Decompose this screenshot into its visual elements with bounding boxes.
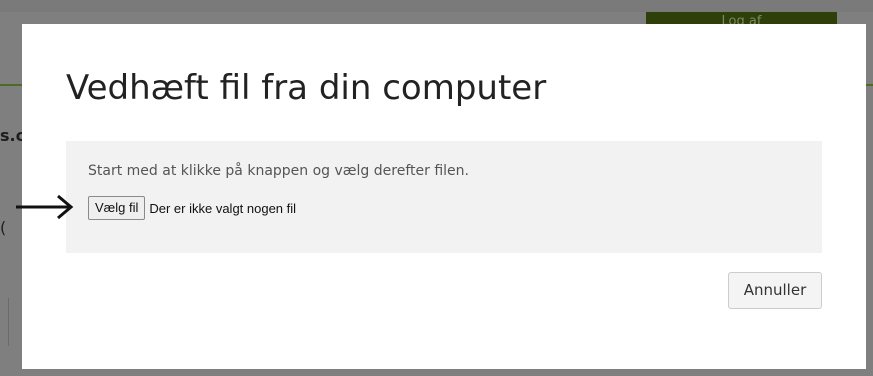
upload-panel: Start med at klikke på knappen og vælg d… xyxy=(66,141,822,253)
file-status-text: Der er ikke valgt nogen fil xyxy=(149,200,297,216)
background-input-edge xyxy=(8,298,23,346)
dialog-title: Vedhæft fil fra din computer xyxy=(66,68,547,108)
logout-button-background: Log af xyxy=(646,12,837,24)
attach-file-dialog: Vedhæft fil fra din computer Start med a… xyxy=(22,24,866,369)
choose-file-button[interactable]: Vælg fil xyxy=(88,196,146,220)
instruction-text: Start med at klikke på knappen og vælg d… xyxy=(88,163,469,179)
background-text-fragment-paren: ( xyxy=(0,218,7,237)
background-header-divider xyxy=(0,84,22,86)
cancel-button[interactable]: Annuller xyxy=(728,272,822,309)
background-header-divider-right xyxy=(866,84,873,86)
file-input: Vælg fil Der er ikke valgt nogen fil xyxy=(88,196,296,220)
arrow-right-icon xyxy=(16,194,74,220)
